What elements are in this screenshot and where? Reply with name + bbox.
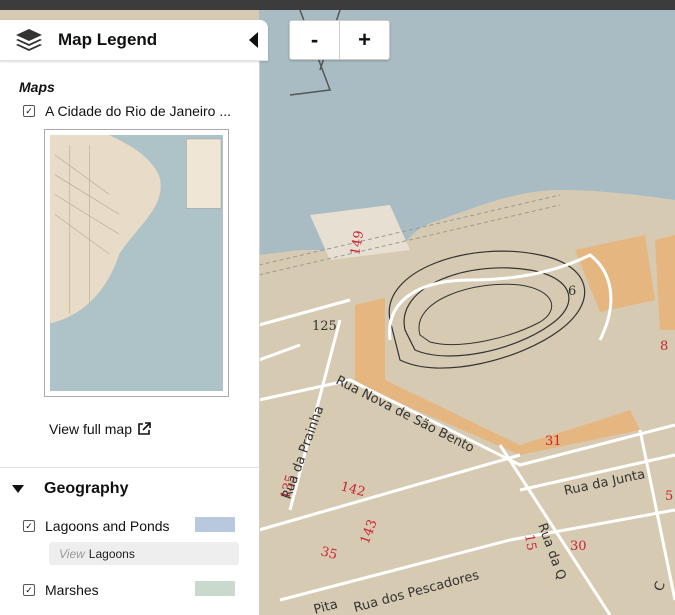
zoom-control: - + — [289, 20, 390, 60]
legend-header: Map Legend — [0, 20, 268, 61]
lagoons-swatch — [195, 517, 235, 532]
label-n8: 8 — [660, 339, 668, 354]
external-link-icon — [138, 422, 151, 435]
layers-icon — [16, 29, 42, 51]
map-item[interactable]: ✓ A Cidade do Rio de Janeiro ... — [23, 103, 259, 119]
geography-title: Geography — [44, 480, 129, 497]
layer-lagoons[interactable]: ✓ Lagoons and Ponds — [23, 517, 235, 534]
lagoons-label: Lagoons and Ponds — [45, 518, 170, 534]
layer-marshes[interactable]: ✓ Marshes — [23, 581, 235, 598]
map-thumbnail[interactable] — [44, 129, 229, 397]
geography-header[interactable]: Geography — [12, 480, 259, 498]
marshes-swatch — [195, 581, 235, 596]
maps-section-label: Maps — [19, 79, 55, 95]
view-prefix: View — [59, 546, 85, 561]
lagoons-checkbox[interactable]: ✓ — [23, 520, 35, 532]
label-n125: 125 — [312, 319, 337, 334]
legend-title: Map Legend — [58, 30, 158, 49]
label-n6: 6 — [568, 284, 576, 299]
label-n31: 31 — [545, 434, 562, 449]
marshes-checkbox[interactable]: ✓ — [23, 584, 35, 596]
view-lagoons-button[interactable]: View Lagoons — [49, 542, 239, 565]
top-bar — [0, 0, 675, 10]
section-divider — [0, 467, 259, 468]
collapse-legend-button[interactable] — [249, 32, 258, 48]
marshes-label: Marshes — [45, 582, 99, 598]
label-n30: 30 — [570, 539, 587, 554]
zoom-in-button[interactable]: + — [339, 21, 389, 59]
view-full-map-link[interactable]: View full map — [49, 421, 259, 437]
map-item-label: A Cidade do Rio de Janeiro ... — [45, 103, 232, 119]
zoom-out-button[interactable]: - — [290, 21, 339, 59]
caret-down-icon[interactable] — [12, 485, 24, 493]
view-full-map-label: View full map — [49, 421, 133, 437]
legend-panel: Map Legend Maps ✓ A Cidade do Rio de Jan… — [0, 20, 268, 615]
map-item-checkbox[interactable]: ✓ — [23, 105, 35, 117]
label-n15: 15 — [521, 533, 539, 552]
label-n5: 5 — [665, 489, 673, 504]
view-lagoons-label: Lagoons — [88, 546, 135, 561]
